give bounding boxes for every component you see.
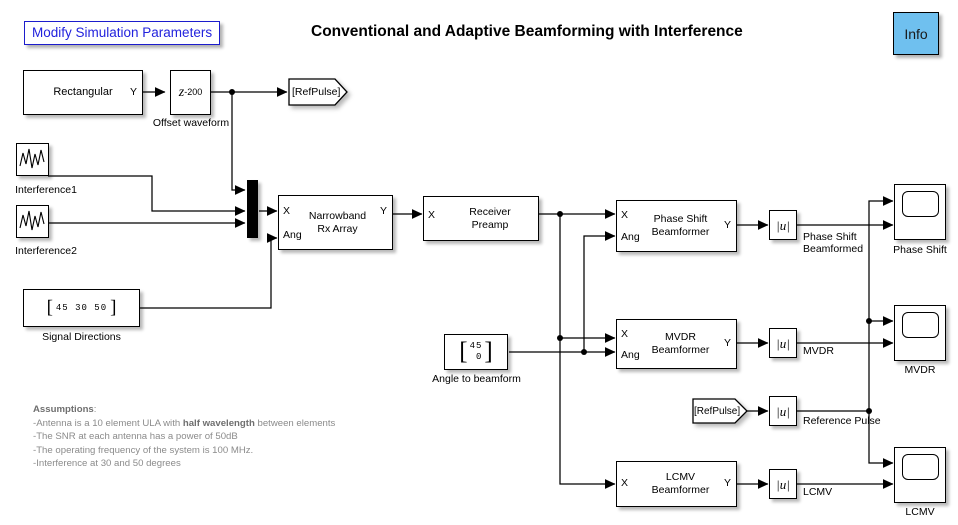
- assumptions-line-4: -Interference at 30 and 50 degrees: [33, 458, 181, 469]
- signal-directions-constant-block[interactable]: [ 45 30 50 ]: [23, 289, 140, 327]
- scope-screen-icon: [902, 191, 939, 217]
- narrowband-in-port-x: X: [283, 205, 291, 217]
- scope-phase-shift-label: Phase Shift: [893, 244, 947, 256]
- assumptions-line1-c: between elements: [254, 417, 336, 429]
- abs-lcmv-label: |u|: [776, 476, 790, 492]
- lcmv-out-port-y: Y: [723, 477, 731, 489]
- assumptions-line-3: -The operating frequency of the system i…: [33, 444, 254, 456]
- rectangular-out-port-label: Y: [129, 86, 137, 98]
- from-refpulse-block[interactable]: [RefPulse]: [692, 398, 748, 424]
- random-signal-icon: [19, 148, 45, 169]
- modify-simulation-parameters-button[interactable]: Modify Simulation Parameters: [24, 21, 221, 45]
- scope-block-phase-shift[interactable]: [894, 184, 946, 240]
- scope-block-lcmv[interactable]: [894, 447, 946, 503]
- interference1-block-label: Interference1: [15, 184, 77, 196]
- phase-shift-in-port-x: X: [621, 209, 629, 221]
- bracket-left: [: [46, 297, 53, 318]
- mvdr-beamformer-block[interactable]: MVDR Beamformer X Ang Y: [616, 319, 737, 369]
- abs-block-reference[interactable]: |u|: [769, 396, 797, 426]
- lcmv-beamformer-text: LCMV Beamformer: [651, 471, 710, 496]
- offset-waveform-block-label: Offset waveform: [152, 117, 230, 129]
- assumptions-line-2: -The SNR at each antenna has a power of …: [33, 431, 238, 442]
- info-button[interactable]: Info: [893, 12, 939, 55]
- signal-directions-value: 45 30 50: [55, 302, 108, 313]
- lcmv-in-port-x: X: [621, 477, 629, 489]
- narrowband-rx-array-text: Narrowband Rx Array: [308, 209, 367, 235]
- receiver-preamp-block[interactable]: Receiver Preamp X: [423, 196, 539, 241]
- delay-exponent-label: -200: [184, 87, 203, 97]
- scope-lcmv-label: LCMV: [905, 506, 935, 518]
- angle-row1: 45: [469, 341, 483, 351]
- signal-directions-block-label: Signal Directions: [42, 331, 121, 343]
- bracket-right: ]: [110, 297, 117, 318]
- interference1-block[interactable]: [16, 143, 49, 176]
- angle-to-beamform-block-label: Angle to beamform: [432, 373, 521, 385]
- phase-shift-beamformer-text: Phase Shift Beamformer: [651, 213, 710, 238]
- assumptions-heading-text: Assumptions: [33, 404, 94, 415]
- interference2-block[interactable]: [16, 205, 49, 238]
- model-canvas: Modify Simulation Parameters Conventiona…: [0, 0, 958, 525]
- bracket-left: [: [459, 338, 468, 365]
- interference2-block-label: Interference2: [15, 245, 77, 257]
- phase-shift-in-port-ang: Ang: [621, 231, 640, 243]
- signal-label-lcmv: LCMV: [803, 486, 833, 498]
- assumptions-heading: Assumptions:: [33, 403, 335, 417]
- receiver-preamp-in-port-x: X: [428, 209, 436, 221]
- bracket-right: ]: [484, 338, 493, 365]
- mux-block[interactable]: [247, 180, 258, 238]
- mvdr-in-port-ang: Ang: [621, 349, 640, 361]
- abs-block-lcmv[interactable]: |u|: [769, 469, 797, 499]
- abs-reference-label: |u|: [776, 403, 790, 419]
- signal-label-mvdr: MVDR: [803, 345, 834, 357]
- offset-waveform-delay-block[interactable]: z -200: [170, 70, 211, 115]
- scope-screen-icon: [902, 312, 939, 338]
- abs-phase-shift-label: |u|: [776, 217, 790, 233]
- angle-row2: 0: [476, 352, 483, 362]
- random-signal-icon: [19, 210, 45, 231]
- phase-shift-out-port-y: Y: [723, 219, 731, 231]
- assumptions-line1-b: half wavelength: [182, 417, 255, 429]
- abs-block-phase-shift[interactable]: |u|: [769, 210, 797, 240]
- assumptions-line1-a: -Antenna is a 10 element ULA with: [33, 417, 183, 429]
- signal-label-reference-pulse: Reference Pulse: [803, 415, 881, 427]
- abs-mvdr-label: |u|: [776, 335, 790, 351]
- mvdr-in-port-x: X: [621, 328, 629, 340]
- scope-block-mvdr[interactable]: [894, 305, 946, 361]
- assumptions-annotation: Assumptions: -Antenna is a 10 element UL…: [33, 403, 335, 471]
- lcmv-beamformer-block[interactable]: LCMV Beamformer X Y: [616, 461, 737, 507]
- signal-label-phase-shift-beamformed: Phase Shift Beamformed: [803, 231, 864, 255]
- goto-refpulse-block[interactable]: [RefPulse]: [288, 78, 348, 106]
- narrowband-rx-array-block[interactable]: Narrowband Rx Array X Ang Y: [278, 195, 393, 250]
- assumptions-heading-colon: :: [93, 404, 97, 415]
- phase-shift-beamformer-block[interactable]: Phase Shift Beamformer X Ang Y: [616, 200, 737, 252]
- goto-refpulse-label: [RefPulse]: [292, 86, 341, 98]
- rectangular-label: Rectangular: [53, 86, 113, 98]
- abs-block-mvdr[interactable]: |u|: [769, 328, 797, 358]
- angle-to-beamform-constant-block[interactable]: [ 45 0 ]: [444, 334, 508, 370]
- assumptions-line-1: -Antenna is a 10 element ULA with half w…: [33, 417, 335, 431]
- scope-mvdr-label: MVDR: [904, 364, 936, 376]
- page-title: Conventional and Adaptive Beamforming wi…: [311, 23, 743, 40]
- mvdr-out-port-y: Y: [723, 337, 731, 349]
- narrowband-out-port-y: Y: [379, 205, 387, 217]
- rectangular-waveform-block[interactable]: Rectangular Y: [23, 70, 143, 115]
- from-refpulse-label: [RefPulse]: [694, 405, 741, 417]
- narrowband-in-port-ang: Ang: [283, 229, 302, 241]
- scope-screen-icon: [902, 454, 939, 480]
- receiver-preamp-text: Receiver Preamp: [469, 205, 511, 231]
- mvdr-beamformer-text: MVDR Beamformer: [651, 331, 710, 356]
